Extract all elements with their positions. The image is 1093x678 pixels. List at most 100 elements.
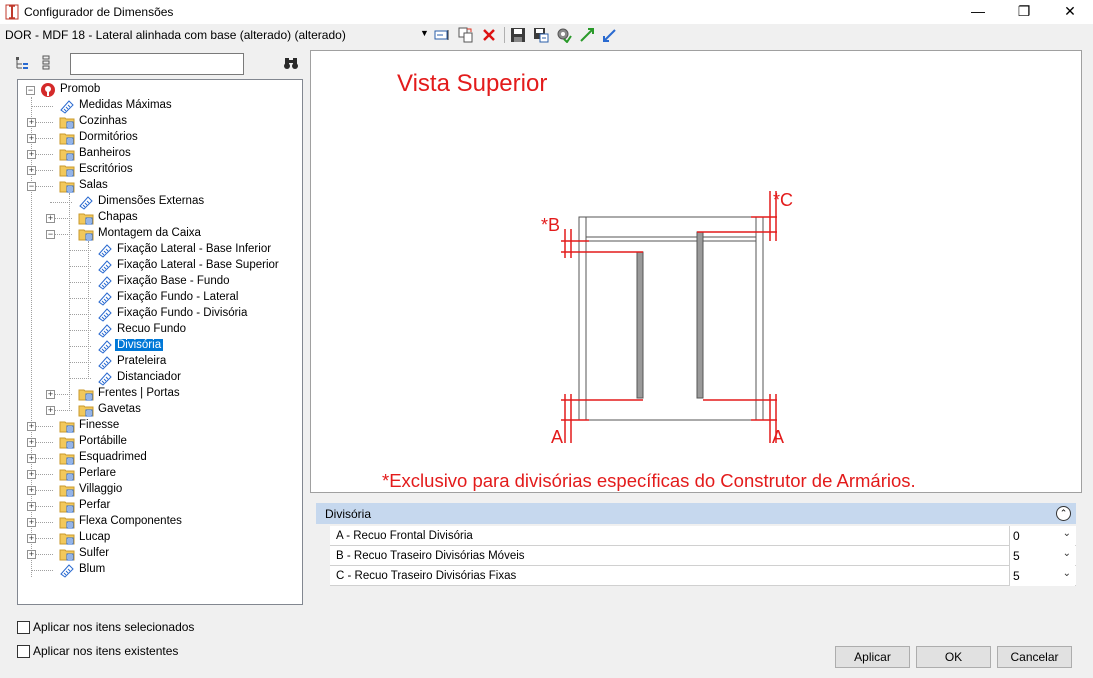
tree-node[interactable]: + Perfar	[18, 498, 298, 514]
tree-node-label: Fixação Fundo - Divisória	[117, 307, 248, 319]
tree-node[interactable]: + Dormitórios	[18, 130, 298, 146]
tree-node[interactable]: Blum	[18, 562, 298, 578]
expand-toggle-icon[interactable]: +	[27, 150, 36, 159]
expand-toggle-icon[interactable]: +	[27, 454, 36, 463]
list-view-icon[interactable]	[38, 55, 54, 71]
collapse-toggle-icon[interactable]: −	[27, 182, 36, 191]
tree-node[interactable]: + Perlare	[18, 466, 298, 482]
tree-node[interactable]: + Flexa Componentes	[18, 514, 298, 530]
ok-button[interactable]: OK	[916, 646, 991, 668]
expand-toggle-icon[interactable]: +	[27, 518, 36, 527]
apply-button[interactable]: Aplicar	[835, 646, 910, 668]
tree-node[interactable]: Distanciador	[18, 370, 298, 386]
tree-connector	[69, 298, 91, 299]
tree-node[interactable]: Fixação Fundo - Divisória	[18, 306, 298, 322]
tree-node[interactable]: + Sulfer	[18, 546, 298, 562]
tree-node[interactable]: + Gavetas	[18, 402, 298, 418]
tree-node[interactable]: Medidas Máximas	[18, 98, 298, 114]
copy-icon[interactable]	[458, 27, 474, 43]
tree-node[interactable]: Fixação Base - Fundo	[18, 274, 298, 290]
collapse-toggle-icon[interactable]: −	[26, 86, 35, 95]
tree-node[interactable]: + Escritórios	[18, 162, 298, 178]
settings-icon[interactable]	[556, 27, 572, 43]
expand-toggle-icon[interactable]: +	[27, 486, 36, 495]
tree-node-label: Montagem da Caixa	[98, 227, 201, 239]
tree-node[interactable]: Divisória	[18, 338, 298, 354]
tree-node[interactable]: Fixação Fundo - Lateral	[18, 290, 298, 306]
tree-node[interactable]: Prateleira	[18, 354, 298, 370]
dimension-tag-icon	[98, 292, 112, 306]
item-selector[interactable]: DOR - MDF 18 - Lateral alinhada com base…	[5, 28, 346, 42]
top-view-drawing: Vista Superior *B *C A A *Exclusivo para…	[382, 70, 916, 491]
tree-node[interactable]: − Montagem da Caixa	[18, 226, 298, 242]
collapse-section-icon[interactable]: ⌃	[1056, 506, 1071, 521]
expand-toggle-icon[interactable]: +	[27, 534, 36, 543]
tree-node[interactable]: + Villaggio	[18, 482, 298, 498]
tree-node[interactable]: + Portábille	[18, 434, 298, 450]
category-tree[interactable]: − Promob Medidas Máximas + Cozinhas + Dormit…	[17, 79, 303, 605]
property-row[interactable]: C - Recuo Traseiro Divisórias Fixas 5 ⌄	[330, 566, 1076, 586]
cancel-button[interactable]: Cancelar	[997, 646, 1072, 668]
expand-toggle-icon[interactable]: +	[27, 470, 36, 479]
tree-connector	[69, 250, 91, 251]
expand-toggle-icon[interactable]: +	[46, 406, 55, 415]
expand-toggle-icon[interactable]: +	[27, 550, 36, 559]
minimize-button[interactable]: —	[955, 0, 1001, 24]
folder-icon	[59, 133, 75, 145]
label-c: *C	[773, 190, 793, 210]
delete-icon[interactable]	[481, 27, 497, 43]
tree-node[interactable]: Fixação Lateral - Base Superior	[18, 258, 298, 274]
property-value-dropdown[interactable]: 0 ⌄	[1009, 526, 1075, 546]
tree-node[interactable]: − Salas	[18, 178, 298, 194]
maximize-button[interactable]: ❐	[1001, 0, 1047, 24]
dimension-tag-icon	[79, 196, 93, 210]
expand-toggle-icon[interactable]: +	[27, 502, 36, 511]
tree-view-icon[interactable]	[14, 55, 30, 71]
tree-node[interactable]: + Banheiros	[18, 146, 298, 162]
tree-node[interactable]: Fixação Lateral - Base Inferior	[18, 242, 298, 258]
tree-node[interactable]: + Finesse	[18, 418, 298, 434]
binoculars-search-icon[interactable]	[283, 55, 299, 71]
tree-toolbar	[10, 52, 305, 76]
apply-existing-checkbox[interactable]	[17, 645, 30, 658]
property-row[interactable]: A - Recuo Frontal Divisória 0 ⌄	[330, 526, 1076, 546]
property-section-header[interactable]: Divisória ⌃	[316, 503, 1076, 524]
rename-icon[interactable]	[434, 27, 450, 43]
property-value-dropdown[interactable]: 5 ⌄	[1009, 566, 1075, 586]
expand-toggle-icon[interactable]: +	[27, 422, 36, 431]
tree-node[interactable]: + Cozinhas	[18, 114, 298, 130]
folder-icon	[78, 405, 94, 417]
chevron-down-icon[interactable]: ⌄	[1063, 548, 1071, 559]
property-grid: Divisória ⌃ A - Recuo Frontal Divisória …	[316, 503, 1076, 588]
tree-search-input[interactable]	[70, 53, 244, 75]
expand-toggle-icon[interactable]: +	[27, 166, 36, 175]
expand-toggle-icon[interactable]: +	[46, 390, 55, 399]
expand-toggle-icon[interactable]: +	[27, 134, 36, 143]
collapse-toggle-icon[interactable]: −	[46, 230, 55, 239]
tree-node[interactable]: + Lucap	[18, 530, 298, 546]
main-toolbar: DOR - MDF 18 - Lateral alinhada com base…	[0, 24, 1093, 46]
folder-icon	[59, 117, 75, 129]
tree-node-promob[interactable]: − Promob	[18, 82, 298, 98]
apply-selected-checkbox[interactable]	[17, 621, 30, 634]
tree-node[interactable]: Dimensões Externas	[18, 194, 298, 210]
save-as-icon[interactable]	[533, 27, 549, 43]
expand-toggle-icon[interactable]: +	[27, 438, 36, 447]
expand-arrows-icon[interactable]	[579, 27, 595, 43]
expand-toggle-icon[interactable]: +	[27, 118, 36, 127]
tree-node[interactable]: + Chapas	[18, 210, 298, 226]
tree-node[interactable]: Recuo Fundo	[18, 322, 298, 338]
tree-node[interactable]: + Esquadrimed	[18, 450, 298, 466]
property-row[interactable]: B - Recuo Traseiro Divisórias Móveis 5 ⌄	[330, 546, 1076, 566]
expand-toggle-icon[interactable]: +	[46, 214, 55, 223]
close-button[interactable]: ✕	[1047, 0, 1093, 24]
chevron-down-icon[interactable]: ▼	[420, 28, 429, 38]
tree-node[interactable]: + Frentes | Portas	[18, 386, 298, 402]
property-value-dropdown[interactable]: 5 ⌄	[1009, 546, 1075, 566]
chevron-down-icon[interactable]: ⌄	[1063, 528, 1071, 539]
collapse-arrows-icon[interactable]	[602, 27, 618, 43]
tree-connector	[31, 570, 53, 571]
tree-node-label: Dimensões Externas	[98, 195, 205, 207]
chevron-down-icon[interactable]: ⌄	[1063, 568, 1071, 579]
save-icon[interactable]	[510, 27, 526, 43]
